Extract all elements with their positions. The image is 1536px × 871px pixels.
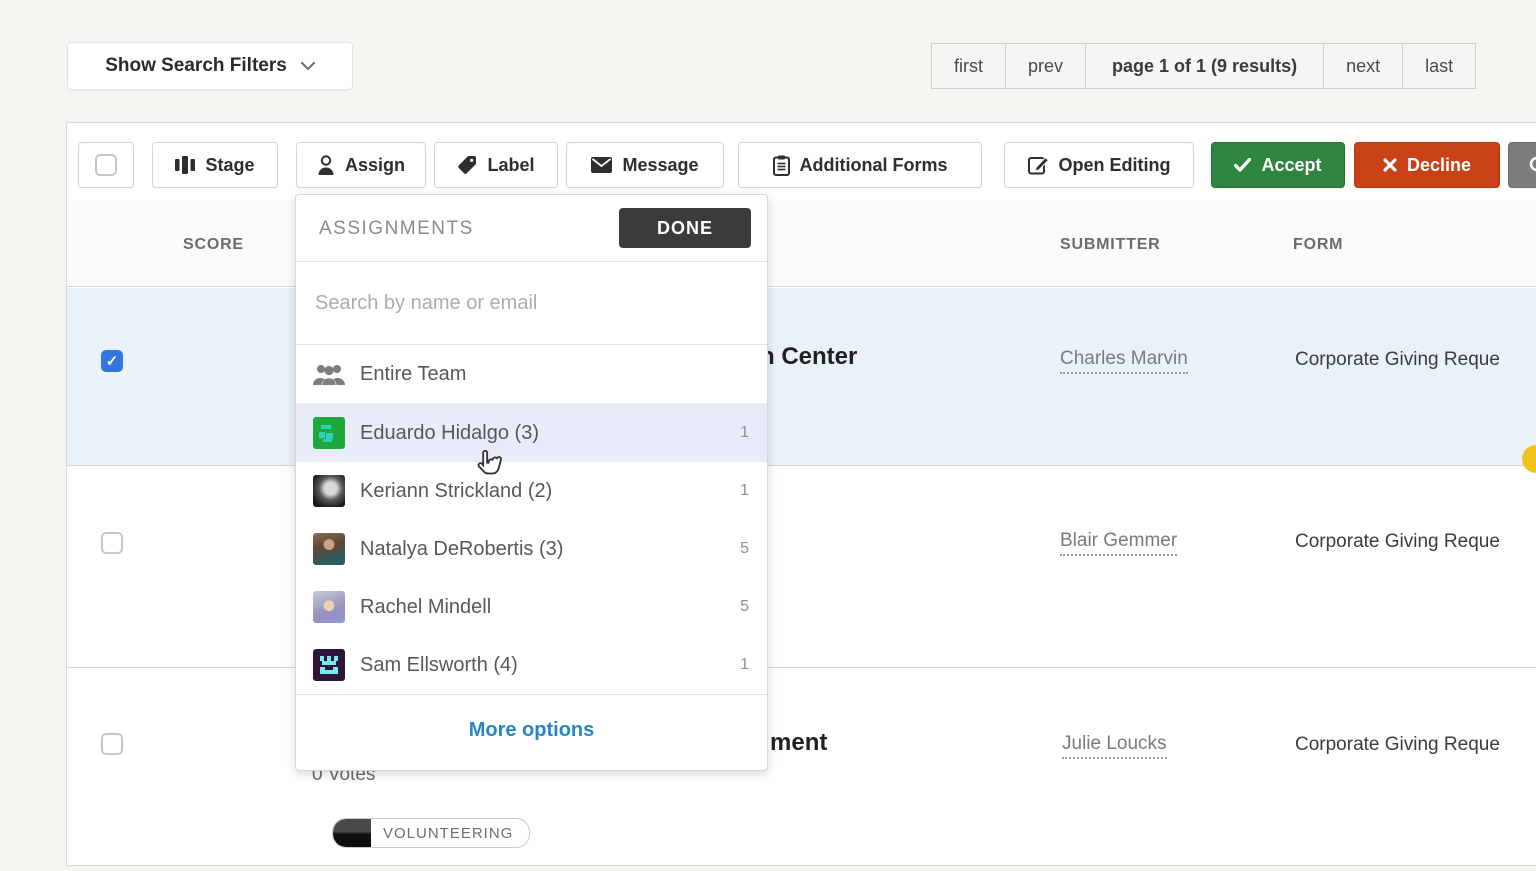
additional-forms-label: Additional Forms (800, 155, 948, 176)
assignments-title: ASSIGNMENTS (319, 218, 474, 240)
message-button[interactable]: Message (566, 142, 724, 188)
submissions-page: Show Search Filters first prev page 1 of… (0, 0, 1536, 871)
submitter-link[interactable]: Blair Gemmer (1060, 530, 1177, 556)
chevron-down-icon (301, 62, 315, 71)
submission-title-fragment[interactable]: n Center (760, 343, 857, 371)
label-tag-text: VOLUNTEERING (371, 825, 529, 842)
label-button[interactable]: Label (434, 142, 558, 188)
pagination-first-button[interactable]: first (931, 43, 1006, 89)
label-color-swatch (333, 819, 371, 847)
avatar (313, 649, 345, 681)
submission-title-fragment[interactable]: ment (770, 729, 827, 757)
assignee-count: 1 (740, 424, 749, 442)
decline-label: Decline (1407, 155, 1471, 176)
assignee-item-rachel-mindell[interactable]: Rachel Mindell 5 (296, 578, 767, 636)
assignee-name: Keriann Strickland (2) (360, 480, 552, 503)
assignee-count: 1 (740, 656, 749, 674)
search-icon (1529, 156, 1536, 174)
accept-label: Accept (1261, 155, 1321, 176)
show-search-filters-button[interactable]: Show Search Filters (67, 42, 353, 90)
open-editing-label: Open Editing (1059, 155, 1171, 176)
open-editing-button[interactable]: Open Editing (1004, 142, 1194, 188)
select-all-checkbox (95, 154, 117, 176)
team-icon (313, 361, 345, 387)
avatar (313, 591, 345, 623)
show-search-filters-label: Show Search Filters (105, 55, 287, 77)
assignee-item-entire-team[interactable]: Entire Team (296, 345, 767, 404)
submitter-link[interactable]: Julie Loucks (1062, 733, 1167, 759)
accept-button[interactable]: Accept (1211, 142, 1345, 188)
decline-x-icon (1383, 158, 1397, 172)
label-tag-icon (457, 155, 477, 175)
row-checkbox[interactable] (101, 733, 123, 755)
more-options-link[interactable]: More options (469, 719, 595, 742)
table-row[interactable] (67, 288, 1536, 466)
message-label: Message (622, 155, 698, 176)
column-header-form: FORM (1293, 236, 1343, 254)
open-editing-pencil-icon (1028, 155, 1049, 175)
stage-button[interactable]: Stage (152, 142, 278, 188)
avatar (313, 533, 345, 565)
assignee-item-sam-ellsworth[interactable]: Sam Ellsworth (4) 1 (296, 636, 767, 694)
submitter-link[interactable]: Charles Marvin (1060, 348, 1188, 374)
pagination-next-button[interactable]: next (1323, 43, 1403, 89)
pagination-info: page 1 of 1 (9 results) (1085, 43, 1324, 89)
stage-label: Stage (205, 155, 254, 176)
pagination-last-button[interactable]: last (1402, 43, 1476, 89)
assignee-name: Rachel Mindell (360, 596, 491, 619)
column-header-submitter: SUBMITTER (1060, 236, 1161, 254)
label-tag-volunteering[interactable]: VOLUNTEERING (332, 818, 530, 848)
avatar (313, 475, 345, 507)
label-label: Label (487, 155, 534, 176)
assignee-count: 5 (740, 540, 749, 558)
done-button[interactable]: DONE (619, 208, 751, 248)
form-name: Corporate Giving Reque (1295, 349, 1500, 371)
accept-check-icon (1234, 158, 1251, 172)
row-checkbox-checked[interactable] (101, 350, 123, 372)
assignments-header: ASSIGNMENTS DONE (296, 195, 767, 262)
avatar (313, 417, 345, 449)
pagination: first prev page 1 of 1 (9 results) next … (932, 43, 1476, 89)
decline-button[interactable]: Decline (1354, 142, 1500, 188)
assign-label: Assign (345, 155, 405, 176)
assignee-count: 1 (740, 482, 749, 500)
pagination-prev-button[interactable]: prev (1005, 43, 1086, 89)
assignee-name: Entire Team (360, 363, 466, 386)
assignee-name: Eduardo Hidalgo (3) (360, 422, 539, 445)
assignee-count: 5 (740, 598, 749, 616)
assign-person-icon (317, 155, 335, 175)
additional-forms-button[interactable]: Additional Forms (738, 142, 982, 188)
stage-kanban-icon (175, 156, 195, 174)
assignee-search (296, 262, 767, 345)
assignee-search-input[interactable] (313, 291, 747, 316)
table-row[interactable] (67, 466, 1536, 668)
additional-forms-clipboard-icon (773, 155, 790, 176)
form-name: Corporate Giving Reque (1295, 531, 1500, 553)
column-header-score: SCORE (183, 236, 244, 254)
table-row[interactable] (67, 668, 1536, 866)
assignee-item-keriann-strickland[interactable]: Keriann Strickland (2) 1 (296, 462, 767, 520)
select-all-checkbox-button[interactable] (78, 142, 134, 188)
assignee-name: Natalya DeRobertis (3) (360, 538, 563, 561)
assignee-item-natalya-derobertis[interactable]: Natalya DeRobertis (3) 5 (296, 520, 767, 578)
assign-button[interactable]: Assign (296, 142, 426, 188)
form-name: Corporate Giving Reque (1295, 734, 1500, 756)
assignments-dropdown: ASSIGNMENTS DONE Entire Team (295, 194, 768, 771)
row-checkbox[interactable] (101, 532, 123, 554)
assignee-name: Sam Ellsworth (4) (360, 654, 518, 677)
message-envelope-icon (591, 157, 612, 173)
search-button[interactable] (1508, 142, 1536, 188)
more-options-row: More options (296, 694, 767, 765)
assignee-item-eduardo-hidalgo[interactable]: Eduardo Hidalgo (3) 1 (296, 404, 767, 462)
